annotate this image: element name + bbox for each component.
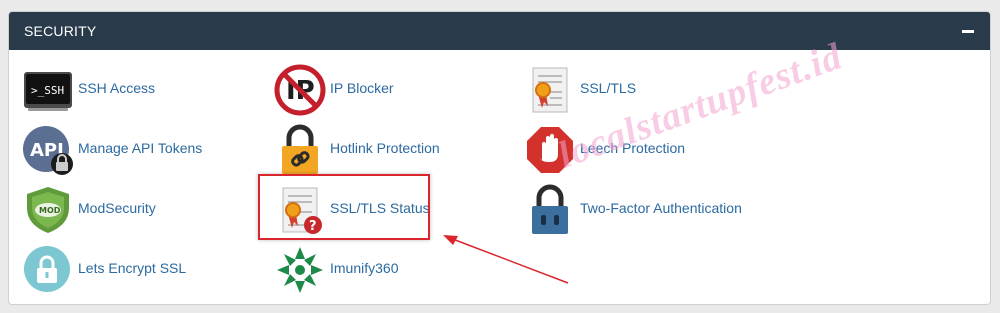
item-label[interactable]: SSH Access <box>78 80 155 96</box>
item-label[interactable]: Manage API Tokens <box>78 140 202 156</box>
lets-encrypt-ssl-link[interactable]: Lets Encrypt SSL <box>22 244 222 296</box>
modsecurity-link[interactable]: MOD ModSecurity <box>22 184 222 236</box>
svg-text:MOD: MOD <box>39 206 61 215</box>
api-lock-icon: API <box>23 126 73 175</box>
svg-text:>_SSH: >_SSH <box>31 84 64 97</box>
stop-hand-icon <box>527 127 573 173</box>
collapse-button[interactable] <box>960 24 976 38</box>
leech-protection-link[interactable]: Leech Protection <box>524 124 724 176</box>
ip-blocker-icon: IP <box>274 64 326 116</box>
panel-header[interactable]: SECURITY <box>9 12 990 50</box>
chain-lock-icon <box>282 124 318 174</box>
two-factor-authentication-link[interactable]: Two-Factor Authentication <box>524 184 764 236</box>
hotlink-protection-link[interactable]: Hotlink Protection <box>274 124 474 176</box>
mod-shield-icon: MOD <box>27 187 69 233</box>
item-label[interactable]: ModSecurity <box>78 200 156 216</box>
manage-api-tokens-link[interactable]: API Manage API Tokens <box>22 124 242 176</box>
certificate-question-icon: ? <box>282 187 322 234</box>
ssh-terminal-icon: >_SSH <box>24 72 72 111</box>
item-label[interactable]: SSL/TLS Status <box>330 200 430 216</box>
imunify360-link[interactable]: Imunify360 <box>274 244 474 296</box>
security-panel: SECURITY >_SSH SSH Access IP IP Blocker <box>8 11 991 305</box>
item-label[interactable]: Imunify360 <box>330 260 398 276</box>
item-label[interactable]: SSL/TLS <box>580 80 636 96</box>
imunify-icon <box>277 247 323 293</box>
item-label[interactable]: Leech Protection <box>580 140 685 156</box>
ssl-tls-link[interactable]: SSL/TLS <box>524 64 724 116</box>
item-label[interactable]: IP Blocker <box>330 80 394 96</box>
lock-circle-icon <box>24 246 70 292</box>
ssl-tls-status-link[interactable]: ? SSL/TLS Status <box>274 184 444 236</box>
certificate-icon <box>532 67 568 113</box>
item-label[interactable]: Lets Encrypt SSL <box>78 260 186 276</box>
svg-text:?: ? <box>309 219 317 234</box>
panel-title: SECURITY <box>24 23 97 39</box>
ip-blocker-link[interactable]: IP IP Blocker <box>274 64 474 116</box>
ssh-access-link[interactable]: >_SSH SSH Access <box>22 64 222 116</box>
item-label[interactable]: Hotlink Protection <box>330 140 440 156</box>
item-label[interactable]: Two-Factor Authentication <box>580 200 742 216</box>
padlock-icon <box>532 184 568 234</box>
